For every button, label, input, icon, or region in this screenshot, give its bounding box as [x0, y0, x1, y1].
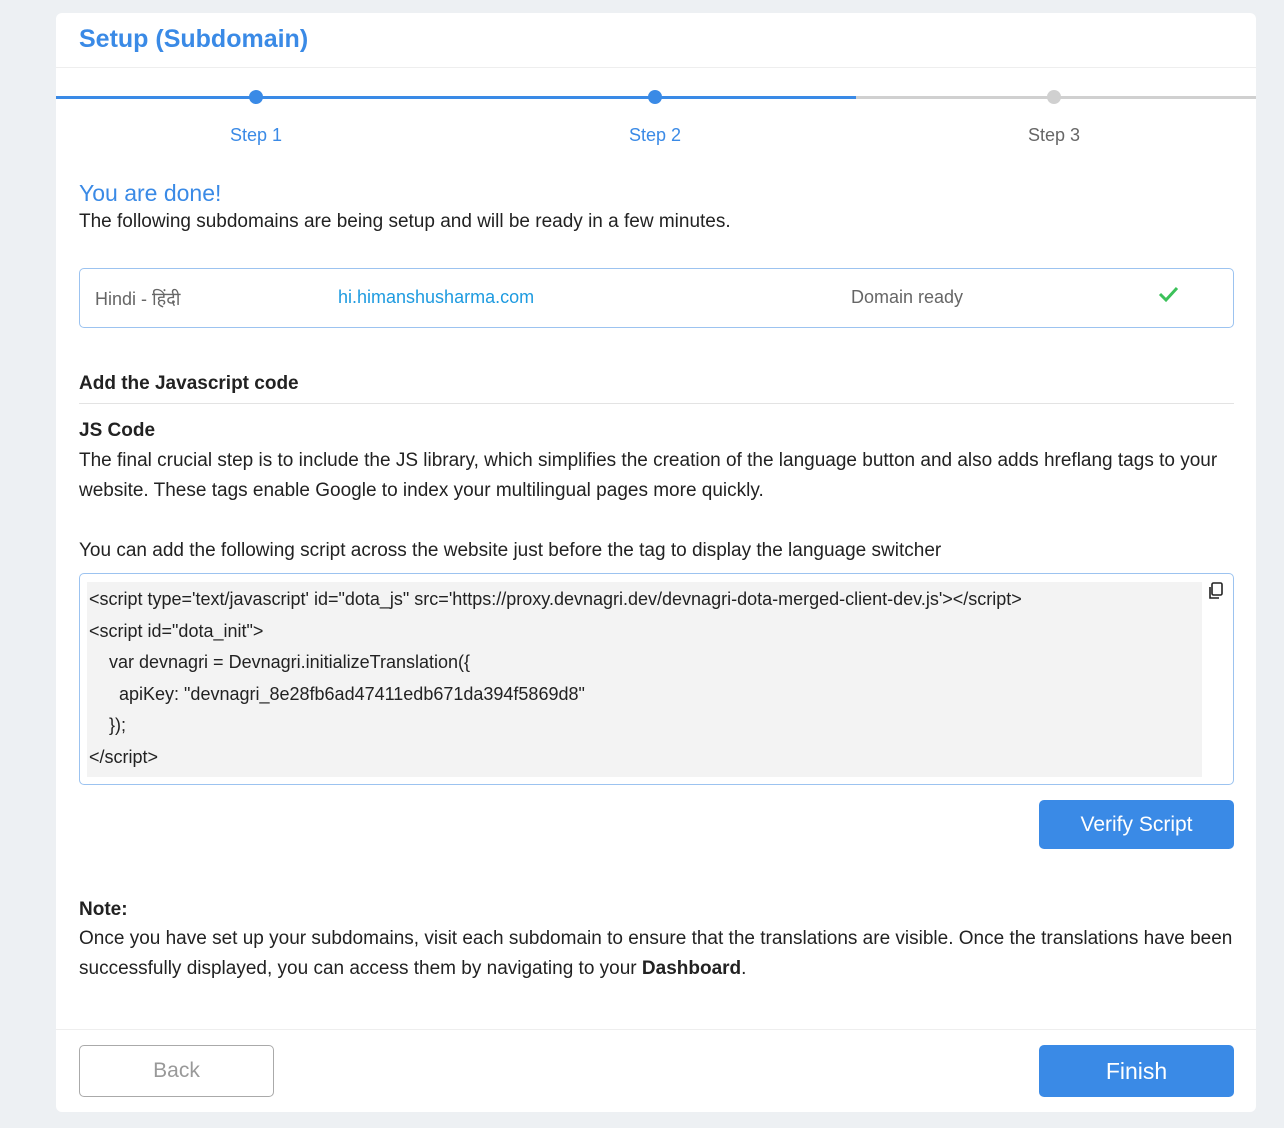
copy-icon[interactable]: [1207, 582, 1225, 602]
dashboard-link[interactable]: Dashboard: [642, 958, 741, 979]
step-3-label[interactable]: Step 3: [1028, 125, 1080, 146]
back-button[interactable]: Back: [79, 1045, 274, 1097]
code-block: <script type='text/javascript' id="dota_…: [79, 573, 1234, 785]
finish-button[interactable]: Finish: [1039, 1045, 1234, 1097]
done-heading: You are done!: [79, 180, 222, 206]
step-2-dot: [648, 90, 662, 104]
script-instructions: You can add the following script across …: [79, 540, 942, 561]
domain-row: Hindi - हिंदी hi.himanshusharma.com Doma…: [79, 268, 1234, 328]
divider: [56, 67, 1256, 68]
done-text: The following subdomains are being setup…: [79, 211, 731, 232]
verify-script-button[interactable]: Verify Script: [1039, 800, 1234, 849]
check-icon: [1157, 283, 1179, 310]
note-end: .: [741, 958, 747, 979]
js-description: The final crucial step is to include the…: [79, 450, 1218, 501]
step-3-dot: [1047, 90, 1061, 104]
step-1-dot: [249, 90, 263, 104]
domain-language: Hindi - हिंदी: [95, 289, 181, 309]
step-2-label[interactable]: Step 2: [629, 125, 681, 146]
note-text: Once you have set up your subdomains, vi…: [79, 924, 1239, 984]
page-title: Setup (Subdomain): [79, 25, 309, 53]
note-heading: Note:: [79, 899, 128, 920]
step-1-label[interactable]: Step 1: [230, 125, 282, 146]
domain-url[interactable]: hi.himanshusharma.com: [338, 287, 534, 308]
progress-fill: [56, 96, 857, 99]
domain-status: Domain ready: [851, 287, 964, 307]
code-text[interactable]: <script type='text/javascript' id="dota_…: [87, 582, 1202, 777]
section-title: Add the Javascript code: [79, 373, 1234, 404]
footer-divider: [56, 1029, 1256, 1030]
setup-card: Setup (Subdomain) Step 1 Step 2 Step 3 Y…: [56, 13, 1256, 1112]
js-heading: JS Code: [79, 420, 156, 441]
